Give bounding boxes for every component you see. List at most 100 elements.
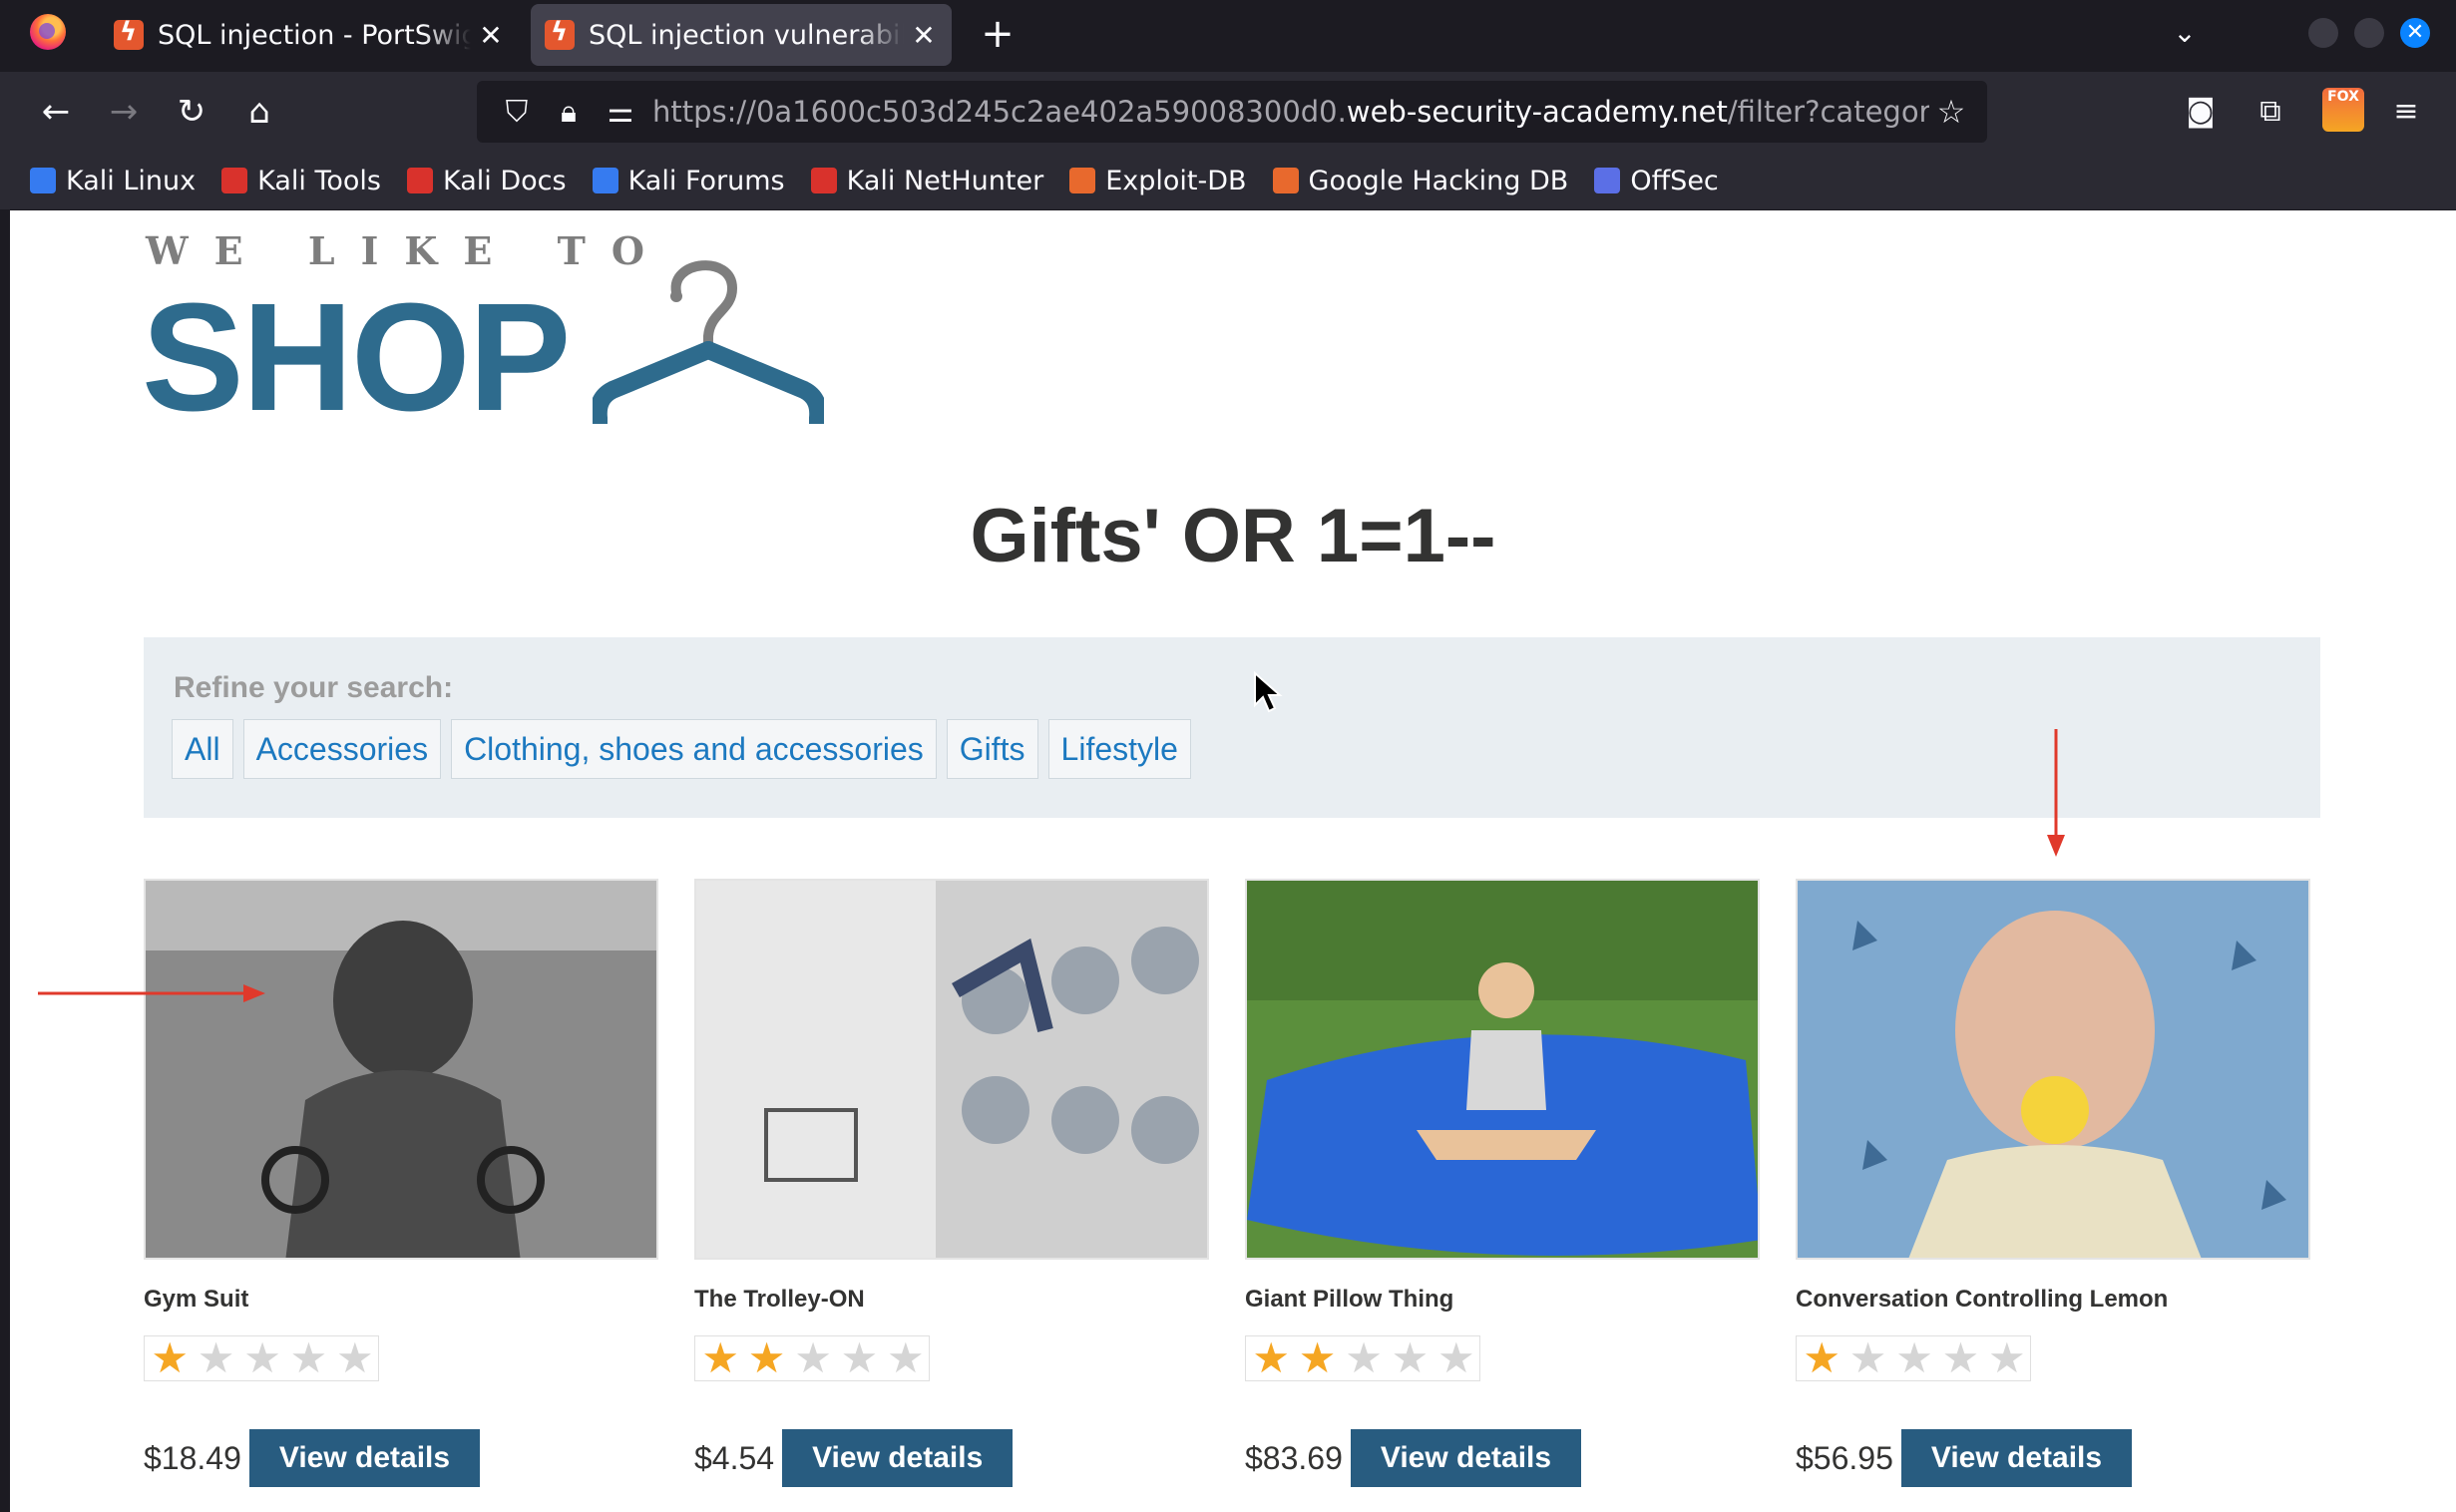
lock-icon[interactable]: 🔒︎ — [543, 95, 595, 130]
bookmark-label: OffSec — [1630, 165, 1719, 196]
bookmark-label: Kali Linux — [66, 165, 197, 196]
star-empty-icon: ★ — [336, 1333, 374, 1382]
star-empty-icon: ★ — [1895, 1333, 1933, 1382]
forward-icon[interactable]: → — [98, 86, 150, 138]
product-buy-row: $83.69 View details — [1245, 1429, 1760, 1487]
star-filled-icon: ★ — [151, 1333, 190, 1382]
view-details-button[interactable]: View details — [248, 1429, 481, 1487]
web-page: WE LIKE TO SHOP Gifts' OR 1=1-- Refine y… — [10, 210, 2456, 1512]
category-link[interactable]: Accessories — [242, 719, 442, 779]
star-empty-icon: ★ — [197, 1333, 235, 1382]
close-tab-icon[interactable]: ✕ — [477, 19, 505, 52]
bookmark-label: Kali Forums — [627, 165, 785, 196]
annotation-arrow-left — [38, 984, 265, 1002]
tab-portswigger[interactable]: SQL injection - PortSwigger ✕ — [100, 4, 519, 66]
portswigger-icon — [545, 17, 575, 50]
view-details-button[interactable]: View details — [1900, 1429, 2133, 1487]
product-buy-row: $56.95 View details — [1796, 1429, 2310, 1487]
view-details-button[interactable]: View details — [1350, 1429, 1582, 1487]
star-empty-icon: ★ — [243, 1333, 281, 1382]
product-image[interactable] — [694, 879, 1209, 1260]
category-link[interactable]: Clothing, shoes and accessories — [451, 719, 937, 779]
bookmark-favicon-icon — [1069, 168, 1096, 193]
product-name: Conversation Controlling Lemon — [1796, 1286, 2169, 1313]
product-image[interactable] — [1245, 879, 1760, 1260]
bookmark-favicon-icon — [30, 168, 56, 193]
tab-title: SQL injection vulnerability in WHERE cla… — [589, 19, 904, 51]
new-tab-button[interactable]: + — [976, 12, 1020, 56]
category-link[interactable]: All — [172, 719, 233, 779]
home-icon[interactable]: ⌂ — [233, 86, 285, 138]
star-filled-icon: ★ — [1298, 1333, 1337, 1382]
bookmark-label: Google Hacking DB — [1308, 165, 1569, 196]
star-filled-icon: ★ — [1252, 1333, 1291, 1382]
menu-icon[interactable]: ≡ — [2380, 86, 2432, 138]
filter-panel: Refine your search: All Accessories Clothi… — [144, 637, 2320, 818]
bookmark-item[interactable]: Kali Forums — [592, 165, 785, 196]
bookmark-favicon-icon — [1594, 168, 1621, 193]
star-empty-icon: ★ — [887, 1333, 925, 1382]
bookmark-label: Kali NetHunter — [846, 165, 1044, 196]
bookmark-label: Exploit-DB — [1105, 165, 1247, 196]
product-image[interactable] — [1796, 879, 2310, 1260]
category-filters: All Accessories Clothing, shoes and access… — [172, 719, 1201, 779]
bookmark-favicon-icon — [810, 168, 837, 193]
product-rating: ★ ★ ★ ★ ★ — [144, 1335, 379, 1381]
foxyproxy-icon[interactable]: FOX — [2322, 88, 2364, 132]
back-icon[interactable]: ← — [30, 86, 82, 138]
star-empty-icon: ★ — [1941, 1333, 1980, 1382]
product-grid: Gym Suit ★ ★ ★ ★ ★ $18.49 View details The Troll… — [144, 879, 2320, 1512]
close-tab-icon[interactable]: ✕ — [910, 19, 938, 52]
bookmark-item[interactable]: Kali NetHunter — [810, 165, 1044, 196]
foxyproxy-label: FOX — [2327, 89, 2359, 105]
reload-icon[interactable]: ↻ — [166, 86, 217, 138]
product-name: The Trolley-ON — [694, 1286, 865, 1313]
url-text[interactable]: https://0a1600c503d245c2ae402a59008300d0… — [652, 95, 1929, 129]
product-buy-row: $4.54 View details — [694, 1429, 1209, 1487]
bookmark-label: Kali Tools — [257, 165, 381, 196]
star-empty-icon: ★ — [1988, 1333, 2026, 1382]
nav-toolbar: ← → ↻ ⌂ ⛉ 🔒︎ ⚌ https://0a1600c503d245c2a… — [0, 72, 2456, 152]
star-filled-icon: ★ — [1803, 1333, 1842, 1382]
bookmark-favicon-icon — [221, 168, 248, 193]
product-rating: ★ ★ ★ ★ ★ — [1245, 1335, 1480, 1381]
list-all-tabs-icon[interactable]: ⌄ — [2165, 16, 2205, 52]
bookmark-item[interactable]: Kali Tools — [221, 166, 381, 196]
product-card: Gym Suit ★ ★ ★ ★ ★ $18.49 View details — [144, 879, 658, 1487]
star-empty-icon: ★ — [1437, 1333, 1475, 1382]
close-window-button[interactable]: ✕ — [2400, 18, 2430, 48]
extensions-icon[interactable]: ⧉ — [2245, 86, 2296, 138]
bookmark-item[interactable]: Exploit-DB — [1069, 165, 1247, 196]
tab-sql-injection-lab[interactable]: SQL injection vulnerability in WHERE cla… — [531, 4, 952, 66]
shop-logo[interactable]: WE LIKE TO SHOP — [142, 228, 830, 434]
bookmark-label: Kali Docs — [442, 165, 567, 196]
product-card: Giant Pillow Thing ★ ★ ★ ★ ★ $83.69 View detail… — [1245, 879, 1760, 1487]
star-empty-icon: ★ — [289, 1333, 328, 1382]
star-empty-icon: ★ — [794, 1333, 832, 1382]
bookmark-item[interactable]: Google Hacking DB — [1272, 165, 1569, 196]
permissions-icon[interactable]: ⚌ — [595, 95, 646, 130]
product-rating: ★ ★ ★ ★ ★ — [694, 1335, 930, 1381]
minimize-button[interactable] — [2308, 18, 2338, 48]
firefox-icon[interactable] — [30, 14, 66, 50]
product-price: $83.69 — [1245, 1439, 1343, 1476]
category-link[interactable]: Lifestyle — [1047, 719, 1191, 779]
bookmark-favicon-icon — [592, 168, 618, 193]
tracking-shield-icon[interactable]: ⛉ — [491, 95, 543, 130]
product-image[interactable] — [144, 879, 658, 1260]
pocket-icon[interactable]: ◙ — [2175, 86, 2227, 138]
maximize-button[interactable] — [2354, 18, 2384, 48]
address-bar[interactable]: ⛉ 🔒︎ ⚌ https://0a1600c503d245c2ae402a590… — [477, 81, 1987, 143]
category-link[interactable]: Gifts — [946, 719, 1038, 779]
star-empty-icon: ★ — [840, 1333, 879, 1382]
bookmark-item[interactable]: Kali Docs — [406, 165, 567, 196]
filter-label: Refine your search: — [174, 671, 454, 704]
view-details-button[interactable]: View details — [782, 1429, 1014, 1487]
bookmark-item[interactable]: OffSec — [1594, 165, 1719, 196]
bookmark-item[interactable]: Kali Linux — [30, 166, 196, 196]
mouse-cursor-icon — [1254, 671, 1283, 713]
star-empty-icon: ★ — [1391, 1333, 1430, 1382]
bookmark-star-icon[interactable]: ☆ — [1929, 93, 1973, 131]
annotation-arrow-down — [2047, 729, 2065, 857]
product-price: $18.49 — [144, 1439, 241, 1476]
